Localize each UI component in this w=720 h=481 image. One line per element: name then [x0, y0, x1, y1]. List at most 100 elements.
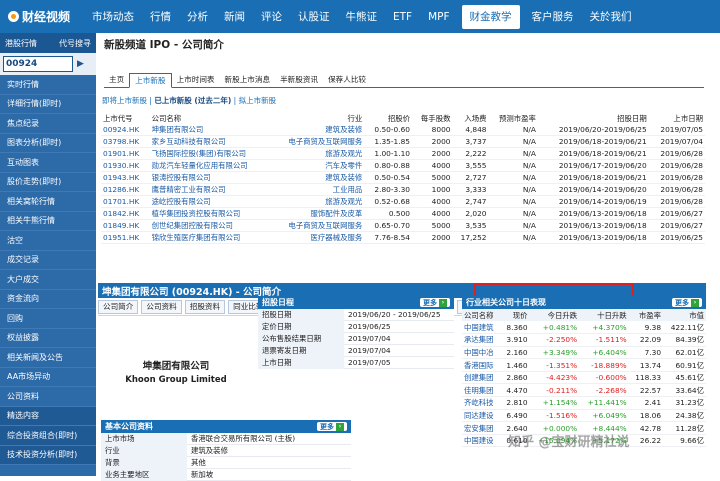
table-row[interactable]: 中国中冶 2.160 +3.349% +6.404% 7.30 62.01亿	[462, 346, 706, 360]
company-tab[interactable]: 招股资料	[184, 299, 226, 314]
table-cell[interactable]: 鹰普精密工业有限公司	[150, 184, 271, 196]
nav-item-comment[interactable]: 评论	[253, 0, 290, 33]
table-row[interactable]: 中国建筑 8.360 +0.481% +4.370% 9.38 422.11亿	[462, 321, 706, 335]
company-link[interactable]: 承达集团	[462, 333, 501, 347]
table-row[interactable]: 01701.HK 途屹控股有限公司 旅游及观光 0.52-0.68 4000 2,747 N…	[101, 196, 705, 208]
company-link[interactable]: 宏安集团	[462, 421, 501, 435]
go-arrow-icon[interactable]: ▶	[77, 56, 89, 72]
company-link[interactable]: 香港国际	[462, 358, 501, 372]
sidebar-item[interactable]: 焦点纪录	[0, 114, 96, 134]
nav-item-analysis[interactable]: 分析	[179, 0, 216, 33]
company-link[interactable]: 佳明集团	[462, 383, 501, 398]
table-cell[interactable]: 途屹控股有限公司	[150, 196, 271, 208]
nav-item-service[interactable]: 客户服务	[524, 0, 582, 33]
company-link[interactable]: 创建集团	[462, 371, 501, 385]
sidebar-item[interactable]: 实时行情	[0, 75, 96, 95]
sidebar-item[interactable]: 资金流向	[0, 290, 96, 309]
nav-item-quotes[interactable]: 行情	[142, 0, 179, 33]
company-link[interactable]: 同达建设	[462, 409, 501, 423]
nav-item-cbbc[interactable]: 牛熊证	[338, 0, 386, 33]
ipo-tab[interactable]: 主页	[104, 72, 129, 87]
table-cell[interactable]: 家乡互动科技有限公司	[150, 136, 271, 148]
sidebar-sub-item[interactable]: 综合投资组合(即时)	[0, 426, 96, 446]
brand-logo[interactable]: 财经视频	[0, 8, 84, 25]
sidebar-item[interactable]: 沽空	[0, 231, 96, 251]
company-link[interactable]: 中国中冶	[462, 346, 501, 360]
sidebar-item[interactable]: 图表分析(即时)	[0, 134, 96, 153]
schedule-more-button[interactable]: 更多 ›	[420, 298, 450, 307]
stock-code-link[interactable]: 03798.HK	[101, 136, 150, 148]
stock-code-link[interactable]: 01951.HK	[101, 232, 150, 244]
ipo-tab[interactable]: 上市新股	[129, 73, 172, 88]
nav-item-education[interactable]: 财金教学	[461, 4, 520, 29]
stock-code-input[interactable]	[3, 56, 73, 72]
sidebar-item[interactable]: 相关窝轮行情	[0, 192, 96, 212]
table-row[interactable]: 03798.HK 家乡互动科技有限公司 电子商贸及互联网服务 1.35-1.85 200…	[101, 136, 705, 148]
nav-item-warrants[interactable]: 认股证	[290, 0, 338, 33]
stock-code-link[interactable]: 01842.HK	[101, 208, 150, 220]
table-row[interactable]: 佳明集团 4.470 -0.211% -2.268% 22.57 33.64亿	[462, 383, 706, 398]
filter-proposed[interactable]: 拟上市新股	[239, 96, 277, 105]
sidebar-item[interactable]: 大户成交	[0, 270, 96, 290]
stock-code-link[interactable]: 01930.HK	[101, 160, 150, 172]
sidebar-item[interactable]: 回购	[0, 309, 96, 329]
sidebar-item[interactable]: 详细行情(即时)	[0, 95, 96, 114]
sidebar-item[interactable]: 互动图表	[0, 153, 96, 173]
table-row[interactable]: 齐屹科技 2.810 +1.154% +11.441% 2.41 31.23亿	[462, 396, 706, 410]
stock-code-link[interactable]: 01849.HK	[101, 220, 150, 232]
table-row[interactable]: 01842.HK 植华集团投资控股有限公司 服饰配件及皮革 0.500 4000 2,02…	[101, 208, 705, 220]
ipo-tab[interactable]: 上市时间表	[172, 72, 220, 87]
table-row[interactable]: 香港国际 1.460 -1.351% -18.889% 13.74 60.91亿	[462, 358, 706, 372]
table-row[interactable]: 00924.HK 坤集团有限公司 建筑及装修 0.50-0.60 8000 4,848 N/…	[101, 124, 705, 136]
filter-listed[interactable]: 已上市新股 (过去二年)	[154, 96, 231, 105]
sidebar-item[interactable]: AA市场异动	[0, 368, 96, 387]
sidebar-item[interactable]: 公司资料	[0, 387, 96, 407]
table-cell[interactable]: 飞扬国际控股(集团)有限公司	[150, 148, 271, 160]
table-row[interactable]: 01943.HK 银涛控股有限公司 建筑及装修 0.50-0.54 5000 2,727 N…	[101, 172, 705, 184]
ten-day-more-button[interactable]: 更多 ›	[672, 298, 702, 307]
table-cell[interactable]: 锦欣生殖医疗集团有限公司	[150, 232, 271, 244]
stock-code-link[interactable]: 01943.HK	[101, 172, 150, 184]
code-search-link[interactable]: 代号搜寻	[59, 38, 91, 49]
company-link[interactable]: 中国建设	[462, 434, 501, 448]
table-row[interactable]: 同达建设 6.490 -1.516% +6.049% 18.06 24.38亿	[462, 409, 706, 423]
nav-item-etf[interactable]: ETF	[385, 0, 420, 33]
nav-item-news[interactable]: 新闻	[216, 0, 253, 33]
table-cell[interactable]: 坤集团有限公司	[150, 124, 271, 136]
table-cell[interactable]: 勋龙汽车轻量化应用有限公司	[150, 160, 271, 172]
company-tab[interactable]: 公司资料	[141, 299, 182, 314]
table-cell[interactable]: 植华集团投资控股有限公司	[150, 208, 271, 220]
nav-item-about[interactable]: 关於我们	[582, 0, 640, 33]
sidebar-sub-item[interactable]: 精选内容	[0, 406, 96, 426]
stock-code-link[interactable]: 01701.HK	[101, 196, 150, 208]
sidebar-item[interactable]: 相关新闻及公告	[0, 348, 96, 368]
table-row[interactable]: 01951.HK 锦欣生殖医疗集团有限公司 医疗器械及服务 7.76-8.54 2000…	[101, 232, 705, 244]
company-link[interactable]: 中国建筑	[462, 321, 501, 335]
company-tab[interactable]: 公司简介	[98, 299, 139, 314]
company-link[interactable]: 齐屹科技	[462, 396, 501, 410]
table-row[interactable]: 01901.HK 飞扬国际控股(集团)有限公司 旅游及观光 1.00-1.10 2000…	[101, 148, 705, 160]
ipo-tab[interactable]: 保荐人比较	[323, 72, 371, 87]
table-row[interactable]: 01849.HK 创世纪集团控股有限公司 电子商贸及互联网服务 0.65-0.70 50…	[101, 220, 705, 232]
table-cell: 0.80-0.88	[374, 161, 410, 170]
basic-more-button[interactable]: 更多 ›	[317, 422, 347, 431]
stock-code-link[interactable]: 01901.HK	[101, 148, 150, 160]
stock-code-link[interactable]: 00924.HK	[101, 124, 150, 136]
sidebar-item[interactable]: 成交记录	[0, 251, 96, 270]
table-cell[interactable]: 银涛控股有限公司	[150, 172, 271, 184]
nav-item-mpf[interactable]: MPF	[420, 0, 457, 33]
table-row[interactable]: 创建集团 2.860 -4.423% -0.600% 118.33 45.61亿	[462, 371, 706, 385]
sidebar-item[interactable]: 相关牛熊行情	[0, 212, 96, 231]
table-cell[interactable]: 创世纪集团控股有限公司	[150, 220, 271, 232]
table-row[interactable]: 01286.HK 鹰普精密工业有限公司 工业用品 2.80-3.30 1000 3,333…	[101, 184, 705, 196]
ipo-tab[interactable]: 半新股资讯	[275, 72, 323, 87]
nav-item-market[interactable]: 市场动态	[84, 0, 142, 33]
stock-code-link[interactable]: 01286.HK	[101, 184, 150, 196]
filter-upcoming[interactable]: 即将上市新股	[102, 96, 147, 105]
ipo-tab[interactable]: 新股上市消息	[220, 72, 276, 87]
sidebar-sub-item[interactable]: 技术投资分析(即时)	[0, 445, 96, 465]
table-row[interactable]: 01930.HK 勋龙汽车轻量化应用有限公司 汽车及零件 0.80-0.88 4000 3…	[101, 160, 705, 172]
sidebar-item[interactable]: 权益披露	[0, 329, 96, 348]
table-row[interactable]: 承达集团 3.910 -2.250% -1.511% 22.09 84.39亿	[462, 333, 706, 347]
sidebar-item[interactable]: 股价走势(即时)	[0, 173, 96, 192]
